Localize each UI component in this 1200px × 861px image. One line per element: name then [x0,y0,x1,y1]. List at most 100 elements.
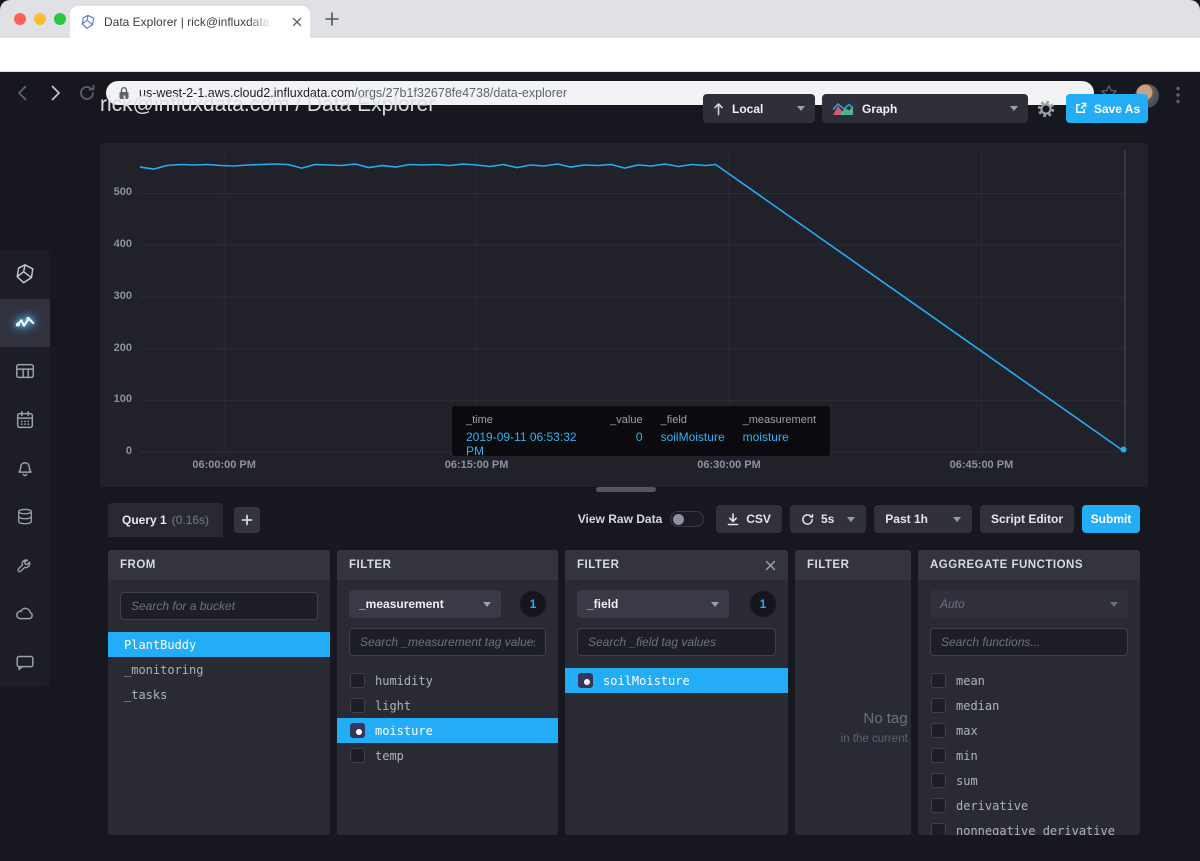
x-axis-tick: 06:30:00 PM [681,459,777,471]
forward-icon[interactable] [45,83,65,103]
x-axis-tick: 06:00:00 PM [176,459,272,471]
y-axis-tick: 300 [98,290,132,302]
checkbox-icon[interactable] [931,773,946,788]
app-window: Data Explorer | rick@influxdata [0,0,1200,861]
checkbox-icon[interactable] [931,723,946,738]
script-editor-button[interactable]: Script Editor [980,505,1074,533]
y-axis-tick: 400 [98,238,132,250]
checkbox-icon[interactable] [931,673,946,688]
selected-count-badge: 1 [750,591,776,617]
field-search-input[interactable] [577,628,776,656]
gear-icon [1036,99,1056,119]
checkbox-icon[interactable] [350,748,365,763]
view-raw-data-toggle[interactable] [670,511,704,527]
minimize-window-icon[interactable] [34,13,46,25]
empty-state-line1: No tag keys [803,710,911,727]
remove-filter-icon[interactable] [765,560,776,571]
tooltip-time-value: 2019-09-11 06:53:32 PM [466,430,592,458]
csv-download-button[interactable]: CSV [716,505,782,533]
back-icon[interactable] [13,83,33,103]
sidebar-item-tasks[interactable] [0,396,50,445]
submit-button[interactable]: Submit [1082,505,1140,533]
function-item[interactable]: max [918,718,1140,743]
measurement-search-input[interactable] [349,628,546,656]
add-query-button[interactable] [234,507,260,533]
measurement-item[interactable]: moisture [337,718,558,743]
sidebar-item-settings[interactable] [0,541,50,590]
checkbox-icon[interactable] [350,698,365,713]
function-list: mean median maxminsumderivativenonnegative… [918,668,1140,835]
function-item[interactable]: nonnegative derivative [918,818,1140,835]
browser-tab[interactable]: Data Explorer | rick@influxdata [70,6,310,38]
field-item-label: soilMoisture [603,674,690,688]
selected-count-badge: 1 [520,591,546,617]
function-item[interactable]: mean [918,668,1140,693]
checkbox-icon[interactable] [578,673,593,688]
timezone-arrow-icon [713,102,724,116]
chevron-down-icon [711,602,719,607]
function-item[interactable]: median [918,693,1140,718]
bucket-list: PlantBuddy_monitoring _tasks [108,632,330,707]
bucket-item[interactable]: PlantBuddy [108,632,330,657]
bucket-item-label: _tasks [124,688,167,702]
function-item[interactable]: sum [918,768,1140,793]
checkbox-icon[interactable] [931,698,946,713]
checkbox-icon[interactable] [931,798,946,813]
page-title: rick@influxdata.com / Data Explorer [100,93,435,117]
chevron-down-icon [483,602,491,607]
tag-key-dropdown[interactable]: _measurement [349,590,501,618]
bucket-search-input[interactable] [120,592,318,620]
measurement-item[interactable]: temp [337,743,558,768]
aggregate-auto-dropdown[interactable]: Auto [930,590,1128,618]
reload-icon[interactable] [77,83,97,103]
sidebar-item-usage[interactable] [0,590,50,639]
checkbox-icon[interactable] [350,673,365,688]
visualization-dropdown[interactable]: Graph [822,94,1028,123]
tag-key-dropdown[interactable]: _field [577,590,729,618]
refresh-interval-dropdown[interactable]: 5s [790,505,866,533]
bucket-item[interactable]: _monitoring [108,657,330,682]
query-duration: (0.16s) [172,513,209,527]
chevron-down-icon [1110,602,1118,607]
browser-menu-icon[interactable] [1176,86,1180,104]
save-as-button[interactable]: Save As [1066,94,1148,123]
timezone-dropdown[interactable]: Local [703,94,815,123]
close-window-icon[interactable] [14,13,26,25]
sidebar-item-feedback[interactable] [0,638,50,687]
database-icon [15,506,35,528]
bucket-item[interactable]: _tasks [108,682,330,707]
export-icon [1074,102,1087,115]
sidebar-item-home[interactable] [0,250,50,299]
filter-panel-header: FILTER [337,550,558,580]
measurement-item[interactable]: light [337,693,558,718]
query-tab[interactable]: Query 1 (0.16s) [108,503,223,537]
field-item[interactable]: soilMoisture [565,668,788,693]
measurement-item[interactable]: humidity [337,668,558,693]
function-item[interactable]: min [918,743,1140,768]
wrench-icon [15,555,36,576]
aggregate-panel-header: AGGREGATE FUNCTIONS [918,550,1140,580]
sidebar-item-alerts[interactable] [0,444,50,493]
function-item[interactable]: derivative [918,793,1140,818]
checkbox-icon[interactable] [931,823,946,835]
tab-close-icon[interactable] [292,17,302,27]
new-tab-button[interactable] [324,11,340,27]
checkbox-icon[interactable] [931,748,946,763]
checkbox-icon[interactable] [350,723,365,738]
browser-tab-strip: Data Explorer | rick@influxdata [0,0,1200,38]
influxdb-logo-icon [14,263,36,285]
function-search-input[interactable] [930,628,1128,656]
chart-scrollbar[interactable] [596,487,656,492]
filter-empty-panel: FILTER No tag keys in the current time r… [795,550,911,835]
sidebar-item-dashboards[interactable] [0,347,50,396]
zoom-window-icon[interactable] [54,13,66,25]
sidebar-item-load-data[interactable] [0,493,50,542]
sidebar-item-data-explorer[interactable] [0,299,50,348]
query-tab-label: Query 1 [122,513,167,527]
browser-toolbar: us-west-2-1.aws.cloud2.influxdata.com/or… [0,38,1200,72]
chevron-down-icon [847,517,855,522]
function-item-label: median [956,699,999,713]
customize-button[interactable] [1032,94,1060,123]
measurement-item-label: humidity [375,674,433,688]
time-range-dropdown[interactable]: Past 1h [874,505,972,533]
